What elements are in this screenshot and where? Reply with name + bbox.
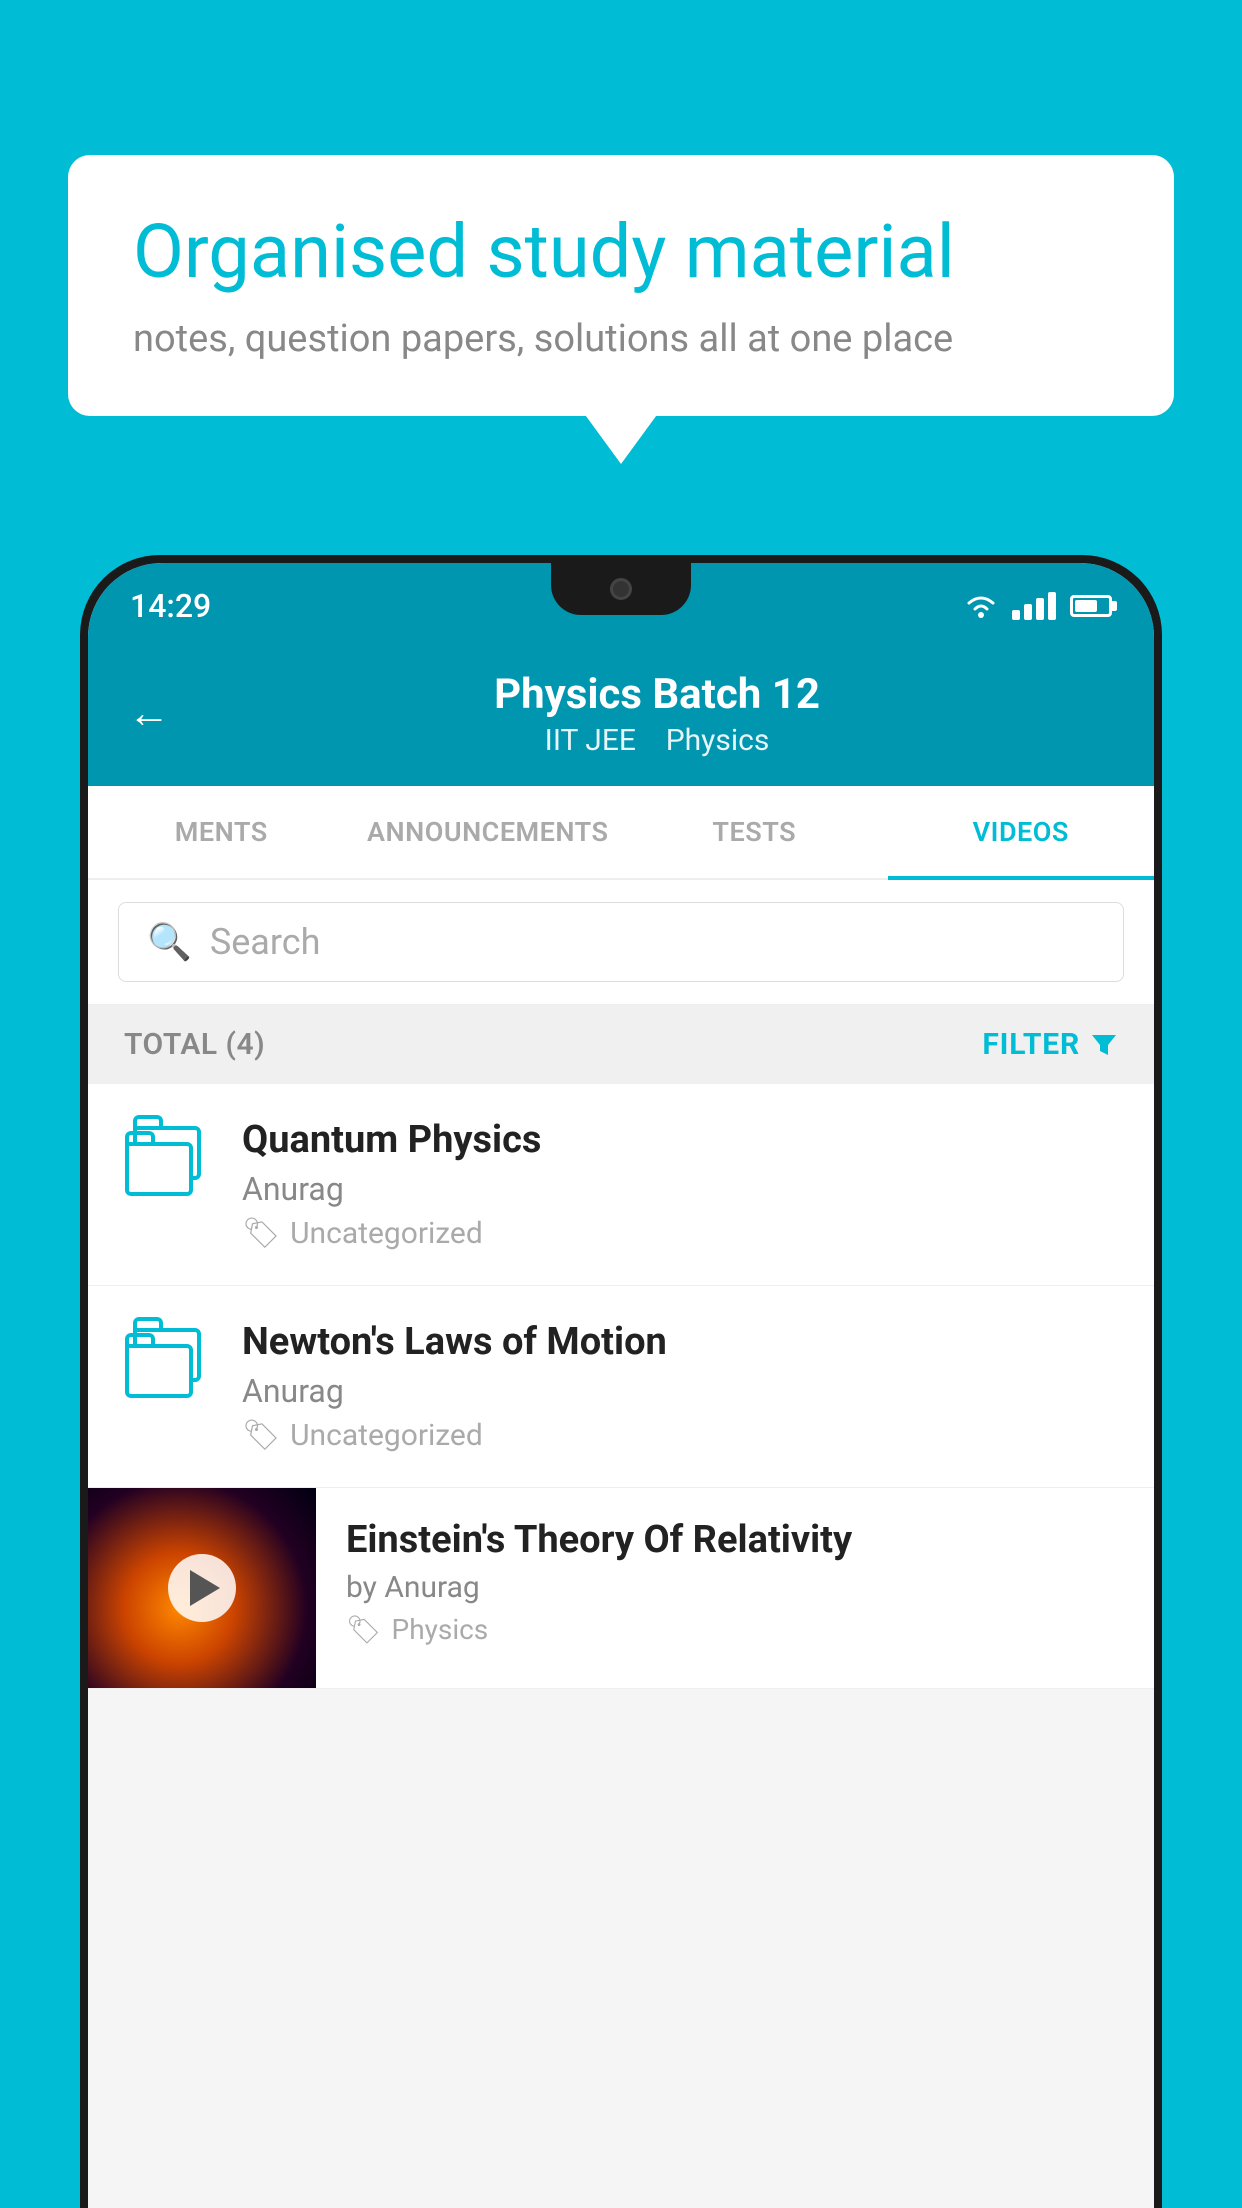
search-bar[interactable]: 🔍 Search	[118, 902, 1124, 982]
video-title: Einstein's Theory Of Relativity	[346, 1518, 1124, 1562]
batch-subtitle: IIT JEE Physics	[200, 723, 1114, 758]
status-time: 14:29	[130, 587, 211, 625]
filter-icon	[1090, 1031, 1118, 1059]
notch	[551, 563, 691, 615]
tab-tests[interactable]: TESTS	[621, 786, 888, 878]
tag-physics: Physics	[666, 723, 770, 758]
video-thumbnail	[88, 1488, 316, 1688]
header-center: Physics Batch 12 IIT JEE Physics	[200, 670, 1114, 758]
batch-title: Physics Batch 12	[200, 670, 1114, 719]
tag-icon: 🏷	[242, 1216, 280, 1251]
phone-frame: 14:29	[80, 555, 1162, 2208]
speech-bubble: Organised study material notes, question…	[68, 155, 1174, 416]
search-input[interactable]: Search	[210, 921, 321, 963]
app-header: ← Physics Batch 12 IIT JEE Physics	[88, 648, 1154, 786]
play-button[interactable]	[168, 1554, 236, 1622]
video-title: Quantum Physics	[242, 1118, 1118, 1162]
folder-icon	[124, 1122, 212, 1210]
video-author: Anurag	[242, 1372, 1118, 1410]
list-item[interactable]: Quantum Physics Anurag 🏷 Uncategorized	[88, 1084, 1154, 1286]
tab-announcements[interactable]: ANNOUNCEMENTS	[355, 786, 622, 878]
folder-icon	[124, 1324, 212, 1412]
play-icon	[190, 1570, 220, 1606]
battery-icon	[1070, 595, 1112, 617]
tag-icon: 🏷	[346, 1613, 382, 1646]
total-count: TOTAL (4)	[124, 1027, 265, 1062]
video-tag: 🏷 Uncategorized	[242, 1418, 1118, 1453]
video-author: by Anurag	[346, 1570, 1124, 1605]
video-item-info: Quantum Physics Anurag 🏷 Uncategorized	[242, 1118, 1118, 1251]
filter-row: TOTAL (4) FILTER	[88, 1005, 1154, 1084]
list-item[interactable]: Einstein's Theory Of Relativity by Anura…	[88, 1488, 1154, 1689]
camera	[610, 578, 632, 600]
status-bar: 14:29	[88, 563, 1154, 648]
video-item-info: Newton's Laws of Motion Anurag 🏷 Uncateg…	[242, 1320, 1118, 1453]
tabs-bar: MENTS ANNOUNCEMENTS TESTS VIDEOS	[88, 786, 1154, 880]
back-button[interactable]: ←	[128, 693, 170, 735]
search-icon: 🔍	[147, 921, 192, 963]
search-bar-container: 🔍 Search	[88, 880, 1154, 1005]
speech-bubble-subtitle: notes, question papers, solutions all at…	[133, 317, 1109, 361]
tag-icon: 🏷	[242, 1418, 280, 1453]
video-tag: 🏷 Uncategorized	[242, 1216, 1118, 1251]
phone-inner: 14:29	[88, 563, 1154, 2208]
tab-videos[interactable]: VIDEOS	[888, 786, 1155, 878]
phone-screen: 14:29	[88, 563, 1154, 2208]
status-icons	[964, 592, 1112, 620]
video-list: Quantum Physics Anurag 🏷 Uncategorized	[88, 1084, 1154, 1689]
filter-button[interactable]: FILTER	[982, 1027, 1118, 1062]
tab-ments[interactable]: MENTS	[88, 786, 355, 878]
speech-bubble-container: Organised study material notes, question…	[68, 155, 1174, 416]
tag-iit-jee: IIT JEE	[545, 723, 636, 758]
signal-icon	[1012, 592, 1056, 620]
speech-bubble-title: Organised study material	[133, 210, 1109, 295]
wifi-icon	[964, 593, 998, 619]
video-tag: 🏷 Physics	[346, 1613, 1124, 1646]
video-title: Newton's Laws of Motion	[242, 1320, 1118, 1364]
list-item[interactable]: Newton's Laws of Motion Anurag 🏷 Uncateg…	[88, 1286, 1154, 1488]
video-item-info: Einstein's Theory Of Relativity by Anura…	[316, 1488, 1154, 1676]
video-author: Anurag	[242, 1170, 1118, 1208]
